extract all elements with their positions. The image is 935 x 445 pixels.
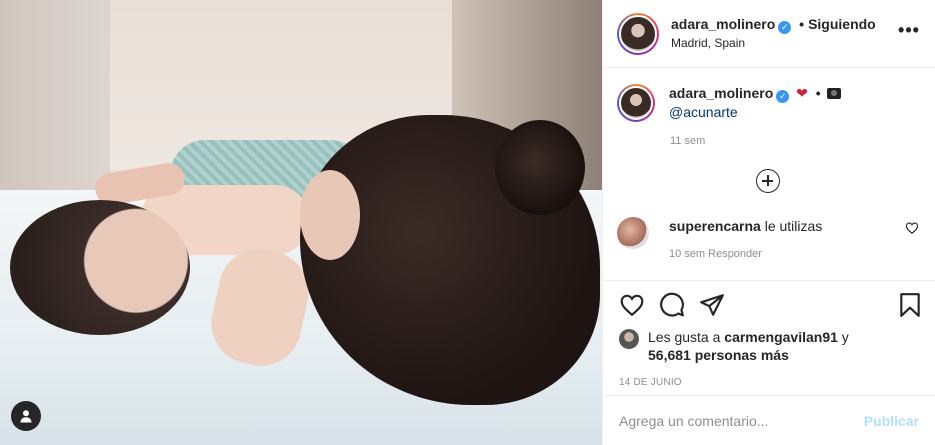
post-actions: Les gusta a carmengavilan91 y 56,681 per…: [603, 280, 935, 388]
photo-woman-face: [300, 170, 360, 260]
post-caption: adara_molinero ✓ ❤ • @acunarte: [617, 84, 919, 122]
action-bar: [619, 291, 923, 319]
comment-body: superencarna le utilizas 10 sem Responde…: [669, 217, 905, 263]
photo-baby-head: [10, 200, 190, 335]
liker-username[interactable]: carmengavilan91: [724, 329, 838, 345]
caption-avatar[interactable]: [617, 84, 655, 122]
photo-hair-bun: [495, 120, 585, 215]
author-username[interactable]: adara_molinero: [671, 16, 775, 32]
more-options-icon[interactable]: •••: [897, 20, 921, 41]
caption-body: adara_molinero ✓ ❤ • @acunarte: [669, 84, 841, 122]
post-sidebar: adara_molinero ✓ • Siguiendo Madrid, Spain…: [602, 0, 935, 445]
comment-input[interactable]: [619, 412, 854, 429]
likes-prefix: Les gusta a: [648, 329, 721, 345]
user-tag-icon: [20, 410, 32, 423]
likes-others-link[interactable]: 56,681 personas más: [648, 347, 789, 363]
caption-separator: •: [815, 85, 821, 101]
plus-circle-icon[interactable]: [756, 169, 780, 193]
commenter-username[interactable]: superencarna: [669, 218, 761, 234]
user-tag-button[interactable]: [11, 401, 41, 431]
heart-icon[interactable]: [619, 292, 645, 318]
likes-connector: y: [841, 329, 849, 345]
photo-background-wall: [0, 0, 110, 220]
following-button[interactable]: Siguiendo: [808, 16, 876, 32]
caption-mention[interactable]: @acunarte: [669, 103, 841, 121]
liker-avatar[interactable]: [619, 329, 639, 349]
heart-icon[interactable]: [905, 221, 919, 235]
caption-timestamp[interactable]: 11 sem: [670, 135, 919, 147]
likes-summary: Les gusta a carmengavilan91 y 56,681 per…: [619, 328, 923, 364]
post-date[interactable]: 14 DE JUNIO: [619, 377, 923, 388]
caption-username[interactable]: adara_molinero: [669, 85, 773, 101]
comment-icon[interactable]: [659, 292, 685, 318]
comments-section: adara_molinero ✓ ❤ • @acunarte 11 sem sup…: [603, 68, 935, 278]
comment-composer: Publicar: [603, 395, 935, 445]
post-header: adara_molinero ✓ • Siguiendo Madrid, Spain…: [603, 0, 935, 68]
comment-text: le utilizas: [764, 218, 823, 234]
post-container: adara_molinero ✓ • Siguiendo Madrid, Spain…: [0, 0, 935, 445]
commenter-avatar[interactable]: [617, 217, 649, 249]
separator-dot: •: [799, 16, 805, 32]
verified-badge-icon: ✓: [778, 21, 792, 34]
load-more-comments[interactable]: [617, 169, 919, 193]
author-avatar[interactable]: [617, 12, 659, 55]
publish-button[interactable]: Publicar: [864, 413, 919, 429]
author-info: adara_molinero ✓ • Siguiendo Madrid, Spain: [671, 15, 897, 52]
comment-item: superencarna le utilizas 10 sem Responde…: [617, 217, 919, 263]
heart-emoji-icon: ❤: [796, 85, 808, 101]
paper-plane-icon[interactable]: [699, 292, 725, 318]
likes-text: Les gusta a carmengavilan91 y 56,681 per…: [648, 328, 849, 364]
location-link[interactable]: Madrid, Spain: [671, 34, 897, 52]
bookmark-icon[interactable]: [897, 292, 923, 318]
verified-badge-icon: ✓: [776, 90, 790, 103]
post-media[interactable]: [0, 0, 602, 445]
comment-meta[interactable]: 10 sem Responder: [669, 245, 905, 263]
camera-emoji-icon: [826, 88, 841, 99]
